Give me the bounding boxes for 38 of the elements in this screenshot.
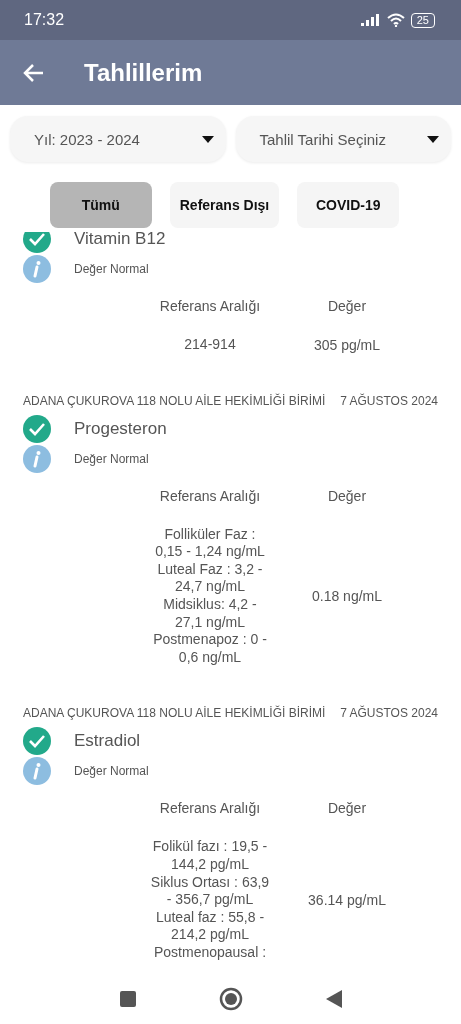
dropdown[interactable]: Yıl: 2023 - 2024 <box>10 116 226 162</box>
column-header: Referans Aralığı <box>158 800 262 817</box>
test-name: Vitamin B12 <box>74 232 166 249</box>
lab-name: ADANA ÇUKUROVA 118 NOLU AİLE HEKİMLİĞİ BİRİMİ <box>23 393 326 408</box>
result-status: Değer Normal <box>74 764 149 779</box>
column-header: Değer <box>326 298 368 314</box>
lab-name: ADANA ÇUKUROVA 118 NOLU AİLE HEKİMLİĞİ BİRİMİ <box>23 706 326 721</box>
back-arrow-icon[interactable] <box>22 62 44 83</box>
result-value: 0.18 ng/mL <box>310 587 384 604</box>
result-status: Değer Normal <box>74 262 149 276</box>
test-name: Progesteron <box>74 418 167 439</box>
dropdown-caret-icon <box>427 135 439 143</box>
signal-icon <box>360 14 381 26</box>
reference-range: Folikül fazı : 19,5 - 144,2 pg/mL Siklus Ortası : 63,9 - 356,7 pg/mL Luteal faz : 55,8 - 214,2 pg/mL Postmenopausal : <box>149 838 271 962</box>
screen-title: Tahlillerim <box>84 58 203 87</box>
back-icon[interactable] <box>324 989 343 1009</box>
clock-time: 17:32 <box>24 11 65 29</box>
result-value: 305 pg/mL <box>312 336 382 353</box>
wifi-icon <box>386 13 405 27</box>
dropdown-caret-icon <box>201 135 214 143</box>
test-name: Estradiol <box>74 731 141 752</box>
battery-level: 25 <box>410 12 435 28</box>
column-header: Referans Aralığı <box>158 298 262 314</box>
reference-range: Folliküler Faz : 0,15 - 1,24 ng/mL Luteal Faz : 3,2 - 24,7 ng/mL Midsiklus: 4,2 - 27,1 ng/mL Postmenapoz : 0 - 0,6 ng/mL <box>152 525 268 667</box>
filter-tab[interactable]: Referans Dışı <box>169 182 280 228</box>
recents-icon[interactable] <box>118 990 137 1008</box>
reference-range: 214-914 <box>183 336 237 354</box>
test-date: 7 AĞUSTOS 2024 <box>340 393 438 408</box>
home-icon[interactable] <box>218 987 243 1011</box>
filter-tab[interactable]: Tümü <box>49 182 152 228</box>
filter-tab[interactable]: COVID-19 <box>297 182 400 228</box>
result-value: 36.14 pg/mL <box>307 891 387 908</box>
dropdown[interactable]: Tahlil Tarihi Seçiniz <box>235 116 451 162</box>
result-status: Değer Normal <box>74 451 149 466</box>
column-header: Değer <box>326 487 368 504</box>
column-header: Değer <box>326 800 368 817</box>
test-date: 7 AĞUSTOS 2024 <box>340 706 438 721</box>
column-header: Referans Aralığı <box>158 487 262 504</box>
